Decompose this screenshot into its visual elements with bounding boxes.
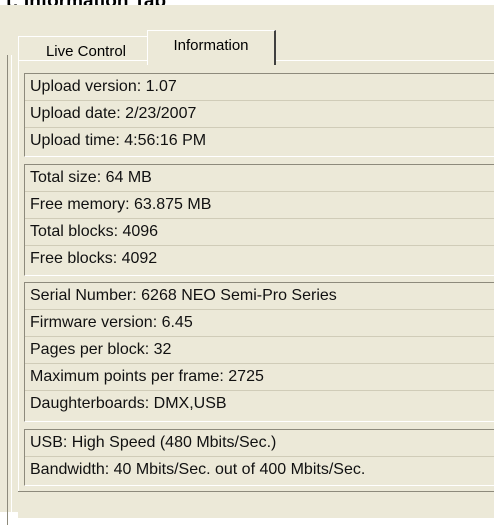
upload-info-group: Upload version: 1.07 Upload date: 2/23/2…: [24, 73, 494, 157]
upload-date-row: Upload date: 2/23/2007: [25, 101, 494, 128]
usb-info-group: USB: High Speed (480 Mbits/Sec.) Bandwid…: [24, 429, 494, 486]
free-memory-row: Free memory: 63.875 MB: [25, 192, 494, 219]
tab-strip: Live Control Information: [10, 15, 490, 65]
total-blocks-row: Total blocks: 4096: [25, 219, 494, 246]
device-info-group: Serial Number: 6268 NEO Semi-Pro Series …: [24, 282, 494, 422]
max-points-row: Maximum points per frame: 2725: [25, 364, 494, 391]
memory-info-group: Total size: 64 MB Free memory: 63.875 MB…: [24, 164, 494, 276]
free-blocks-row: Free blocks: 4092: [30, 250, 158, 267]
information-window: Live Control Information Upload version:…: [0, 5, 494, 525]
tab-information[interactable]: Information: [147, 30, 276, 65]
total-size-row: Total size: 64 MB: [25, 165, 494, 192]
panel-bottom-area: [18, 491, 494, 518]
window-left-edge: [7, 55, 12, 525]
firmware-version-row: Firmware version: 6.45: [25, 310, 494, 337]
pages-per-block-row: Pages per block: 32: [25, 337, 494, 364]
bandwidth-row: Bandwidth: 40 Mbits/Sec. out of 400 Mbit…: [30, 461, 366, 478]
usb-speed-row: USB: High Speed (480 Mbits/Sec.): [25, 430, 494, 457]
upload-time-row: Upload time: 4:56:16 PM: [30, 132, 207, 149]
daughterboards-row: Daughterboards: DMX,USB: [30, 395, 227, 412]
serial-number-row: Serial Number: 6268 NEO Semi-Pro Series: [25, 283, 494, 310]
upload-version-row: Upload version: 1.07: [25, 74, 494, 101]
information-panel: Upload version: 1.07 Upload date: 2/23/2…: [18, 60, 494, 491]
